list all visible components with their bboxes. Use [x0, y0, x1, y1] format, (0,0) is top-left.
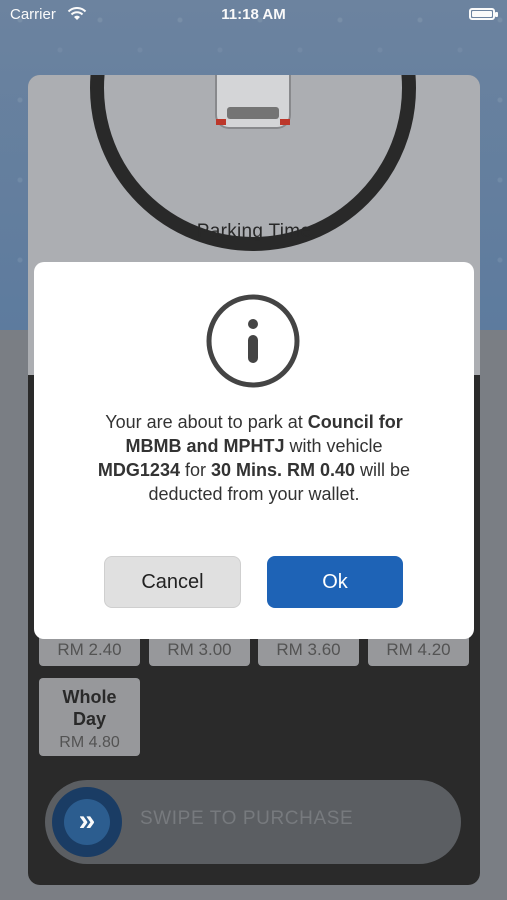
duration-price: 30 Mins. RM 0.40 — [210, 460, 356, 480]
dialog-message: Your are about to park at Council for MB… — [97, 412, 411, 504]
cancel-button[interactable]: Cancel — [104, 556, 241, 608]
confirm-dialog: Your are about to park at Council for MB… — [34, 262, 474, 639]
ok-button[interactable]: Ok — [267, 556, 403, 608]
info-icon — [206, 294, 300, 388]
vehicle-plate: MDG1234 — [97, 460, 180, 480]
